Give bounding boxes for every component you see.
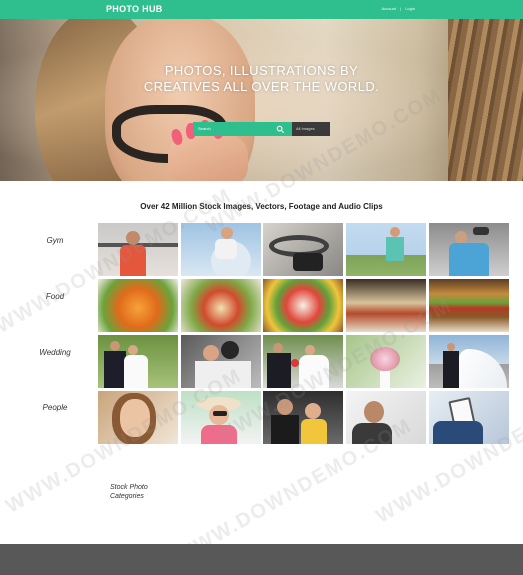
hero-banner: PHOTOS, ILLUSTRATIONS BY CREATIVES ALL O… [0, 19, 523, 181]
account-link[interactable]: Account [381, 6, 395, 11]
stock-categories-title-line1: Stock Photo [110, 484, 148, 491]
food-thumbnail[interactable] [98, 279, 178, 332]
search-bar: Search All Images [193, 122, 330, 136]
search-scope-select[interactable]: All Images [292, 122, 330, 136]
people-thumbnail[interactable] [98, 391, 178, 444]
gym-thumbnail[interactable] [98, 223, 178, 276]
gym-thumbnail[interactable] [263, 223, 343, 276]
stock-categories-title: Stock Photo Categories [110, 483, 148, 501]
wedding-thumbnail[interactable] [98, 335, 178, 388]
people-thumbnail[interactable] [346, 391, 426, 444]
search-icon[interactable] [276, 125, 285, 134]
page: PHOTO HUB Account | Login PHOTOS, ILLUST… [0, 0, 523, 575]
food-thumbnail[interactable] [429, 279, 509, 332]
gym-thumbnail[interactable] [429, 223, 509, 276]
top-links: Account | Login [378, 6, 415, 11]
category-label-food[interactable]: Food [20, 292, 90, 301]
gym-thumbnail[interactable] [181, 223, 261, 276]
category-label-people[interactable]: People [20, 403, 90, 412]
gym-thumbnail[interactable] [346, 223, 426, 276]
food-thumbnail[interactable] [346, 279, 426, 332]
people-thumbnail[interactable] [263, 391, 343, 444]
category-label-wedding[interactable]: Wedding [20, 348, 90, 357]
top-navigation-bar: PHOTO HUB Account | Login [0, 0, 523, 19]
login-link[interactable]: Login [405, 6, 415, 11]
category-label-gym[interactable]: Gym [20, 236, 90, 245]
link-separator: | [400, 6, 402, 11]
footer [0, 544, 523, 575]
section-title: Over 42 Million Stock Images, Vectors, F… [140, 202, 383, 211]
wedding-thumbnail[interactable] [346, 335, 426, 388]
site-logo[interactable]: PHOTO HUB [106, 4, 163, 14]
people-thumbnail[interactable] [181, 391, 261, 444]
food-thumbnail[interactable] [181, 279, 261, 332]
hero-photo-tree [448, 19, 523, 181]
wedding-thumbnail[interactable] [181, 335, 261, 388]
people-thumbnail[interactable] [429, 391, 509, 444]
hero-title: PHOTOS, ILLUSTRATIONS BY CREATIVES ALL O… [0, 63, 523, 95]
hero-title-line2: CREATIVES ALL OVER THE WORLD. [143, 79, 380, 94]
wedding-thumbnail[interactable] [263, 335, 343, 388]
stock-categories-title-line2: Categories [110, 493, 144, 500]
wedding-thumbnail[interactable] [429, 335, 509, 388]
hero-title-line1: PHOTOS, ILLUSTRATIONS BY [164, 63, 359, 78]
food-thumbnail[interactable] [263, 279, 343, 332]
